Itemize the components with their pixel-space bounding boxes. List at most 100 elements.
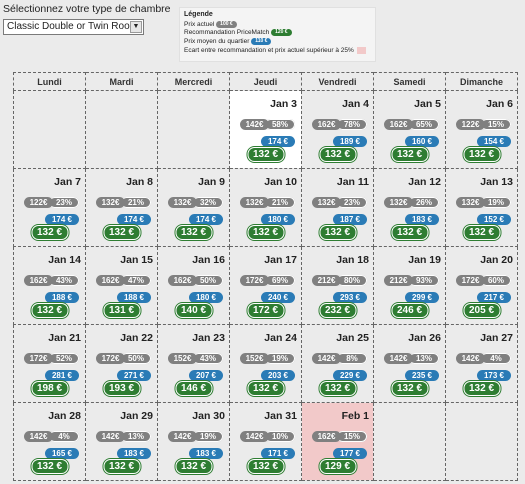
day-cell[interactable]: Feb 1 162€ 15% 177 €129 € bbox=[301, 402, 374, 481]
day-cell[interactable]: Jan 31 142€ 10% 171 €132 € bbox=[229, 402, 302, 481]
legend-title: Légende bbox=[184, 11, 213, 18]
recommendation-badge[interactable]: 132 € bbox=[391, 147, 428, 162]
day-cell[interactable]: Jan 24 152€ 19% 203 €132 € bbox=[229, 324, 302, 403]
recommendation-badge[interactable]: 172 € bbox=[247, 303, 284, 318]
recommendation-badge[interactable]: 132 € bbox=[391, 381, 428, 396]
day-cell[interactable]: Jan 7 122€ 23% 174 €132 € bbox=[13, 168, 86, 247]
recommendation-badge[interactable]: 132 € bbox=[103, 459, 140, 474]
recommendation-badge[interactable]: 132 € bbox=[175, 459, 212, 474]
day-date: Jan 4 bbox=[342, 98, 369, 110]
day-cell[interactable]: Jan 22 172€ 50% 271 €193 € bbox=[85, 324, 158, 403]
day-cell[interactable]: Jan 16 162€ 50% 180 €140 € bbox=[157, 246, 230, 325]
price-row: 122€ 23% bbox=[24, 197, 79, 208]
day-cell[interactable]: Jan 14 162€ 43% 188 €132 € bbox=[13, 246, 86, 325]
recommendation-badge[interactable]: 132 € bbox=[319, 147, 356, 162]
day-cell[interactable]: Jan 18 212€ 80% 293 €232 € bbox=[301, 246, 374, 325]
day-cell[interactable]: Jan 11 132€ 23% 187 €132 € bbox=[301, 168, 374, 247]
room-type-select[interactable]: Classic Double or Twin Room ▼ bbox=[3, 19, 144, 35]
day-date: Jan 22 bbox=[120, 332, 153, 344]
day-cell[interactable]: Jan 10 132€ 21% 180 €132 € bbox=[229, 168, 302, 247]
day-cell[interactable]: Jan 17 172€ 69% 240 €172 € bbox=[229, 246, 302, 325]
recommendation-badge[interactable]: 132 € bbox=[247, 147, 284, 162]
day-cell[interactable]: Jan 3 142€ 58% 174 €132 € bbox=[229, 90, 302, 169]
current-price-pill: 162€ bbox=[384, 119, 413, 130]
recommendation-badge[interactable]: 132 € bbox=[175, 225, 212, 240]
day-cell[interactable]: Jan 29 142€ 13% 183 €132 € bbox=[85, 402, 158, 481]
recommendation-badge[interactable]: 146 € bbox=[175, 381, 212, 396]
day-cell[interactable]: Jan 27 142€ 4% 173 €132 € bbox=[445, 324, 518, 403]
price-row: 132€ 23% bbox=[312, 197, 367, 208]
day-cell[interactable]: Jan 21 172€ 52% 281 €198 € bbox=[13, 324, 86, 403]
day-date: Jan 31 bbox=[264, 410, 297, 422]
calendar-week-row: Jan 28 142€ 4% 165 €132 € Jan 29 142€ 13% 183 €… bbox=[13, 402, 518, 481]
recommendation-badge[interactable]: 246 € bbox=[391, 303, 428, 318]
recommendation-badge[interactable]: 193 € bbox=[103, 381, 140, 396]
day-cell[interactable]: Jan 19 212€ 93% 299 €246 € bbox=[373, 246, 446, 325]
price-row: 142€ 4% bbox=[24, 431, 79, 442]
recommendation-badge[interactable]: 129 € bbox=[319, 459, 356, 474]
recommendation-badge[interactable]: 132 € bbox=[247, 459, 284, 474]
day-cell[interactable]: Jan 23 152€ 43% 207 €146 € bbox=[157, 324, 230, 403]
occupancy-pill: 58% bbox=[265, 119, 295, 130]
recommendation-badge[interactable]: 131 € bbox=[103, 303, 140, 318]
day-cell[interactable]: Jan 15 162€ 47% 188 €131 € bbox=[85, 246, 158, 325]
average-price-pill: 174 € bbox=[117, 214, 151, 225]
day-cell[interactable]: Jan 25 142€ 8% 229 €132 € bbox=[301, 324, 374, 403]
day-cell[interactable]: Jan 30 142€ 19% 183 €132 € bbox=[157, 402, 230, 481]
current-price-pill: 162€ bbox=[24, 275, 53, 286]
recommendation-badge[interactable]: 132 € bbox=[391, 225, 428, 240]
current-price-pill: 132€ bbox=[96, 197, 125, 208]
occupancy-pill: 10% bbox=[265, 431, 295, 442]
current-price-pill: 142€ bbox=[384, 353, 413, 364]
average-price-pill: 177 € bbox=[333, 448, 367, 459]
recommendation-badge[interactable]: 132 € bbox=[31, 303, 68, 318]
average-price-pill: 188 € bbox=[45, 292, 79, 303]
occupancy-pill: 15% bbox=[481, 119, 511, 130]
day-cell[interactable]: Jan 6 122€ 15% 154 €132 € bbox=[445, 90, 518, 169]
average-price-pill: 174 € bbox=[45, 214, 79, 225]
recommendation-badge[interactable]: 198 € bbox=[31, 381, 68, 396]
room-type-selected-value: Classic Double or Twin Room bbox=[7, 21, 138, 32]
day-cell[interactable]: Jan 28 142€ 4% 165 €132 € bbox=[13, 402, 86, 481]
chevron-down-icon[interactable]: ▼ bbox=[130, 21, 142, 33]
occupancy-pill: 43% bbox=[193, 353, 223, 364]
recommendation-badge[interactable]: 140 € bbox=[175, 303, 212, 318]
day-cell[interactable]: Jan 26 142€ 13% 235 €132 € bbox=[373, 324, 446, 403]
calendar-week-row: Jan 14 162€ 43% 188 €132 € Jan 15 162€ 47% 188 … bbox=[13, 246, 518, 325]
occupancy-pill: 4% bbox=[481, 353, 511, 364]
recommendation-badge[interactable]: 132 € bbox=[103, 225, 140, 240]
day-cell[interactable]: Jan 8 132€ 21% 174 €132 € bbox=[85, 168, 158, 247]
current-price-pill: 142€ bbox=[24, 431, 53, 442]
weekday-header: Dimanche bbox=[445, 72, 518, 91]
recommendation-badge[interactable]: 132 € bbox=[319, 381, 356, 396]
occupancy-pill: 19% bbox=[193, 431, 223, 442]
day-date: Jan 18 bbox=[336, 254, 369, 266]
day-date: Jan 27 bbox=[480, 332, 513, 344]
average-price-pill: 183 € bbox=[405, 214, 439, 225]
recommendation-badge[interactable]: 132 € bbox=[247, 225, 284, 240]
day-cell[interactable]: Jan 12 132€ 26% 183 €132 € bbox=[373, 168, 446, 247]
recommendation-badge[interactable]: 132 € bbox=[463, 225, 500, 240]
day-date: Jan 12 bbox=[408, 176, 441, 188]
recommendation-badge[interactable]: 132 € bbox=[319, 225, 356, 240]
day-cell[interactable]: Jan 4 162€ 78% 189 €132 € bbox=[301, 90, 374, 169]
recommendation-badge[interactable]: 232 € bbox=[319, 303, 356, 318]
day-cell[interactable]: Jan 20 172€ 60% 217 €205 € bbox=[445, 246, 518, 325]
recommendation-badge[interactable]: 132 € bbox=[463, 381, 500, 396]
day-cell[interactable]: Jan 9 132€ 32% 174 €132 € bbox=[157, 168, 230, 247]
recommendation-badge[interactable]: 205 € bbox=[463, 303, 500, 318]
day-date: Jan 14 bbox=[48, 254, 81, 266]
current-price-pill: 142€ bbox=[456, 353, 485, 364]
legend-recommendation-pill: 120 € bbox=[271, 29, 292, 37]
recommendation-badge[interactable]: 132 € bbox=[31, 225, 68, 240]
day-cell[interactable]: Jan 13 132€ 19% 152 €132 € bbox=[445, 168, 518, 247]
price-row: 132€ 26% bbox=[384, 197, 439, 208]
legend-row-recommendation: Recommandation PriceMatch 120 € bbox=[184, 29, 371, 38]
recommendation-badge[interactable]: 132 € bbox=[247, 381, 284, 396]
recommendation-badge[interactable]: 132 € bbox=[463, 147, 500, 162]
recommendation-badge[interactable]: 132 € bbox=[31, 459, 68, 474]
occupancy-pill: 69% bbox=[265, 275, 295, 286]
current-price-pill: 152€ bbox=[168, 353, 197, 364]
day-date: Jan 28 bbox=[48, 410, 81, 422]
day-cell[interactable]: Jan 5 162€ 65% 160 €132 € bbox=[373, 90, 446, 169]
